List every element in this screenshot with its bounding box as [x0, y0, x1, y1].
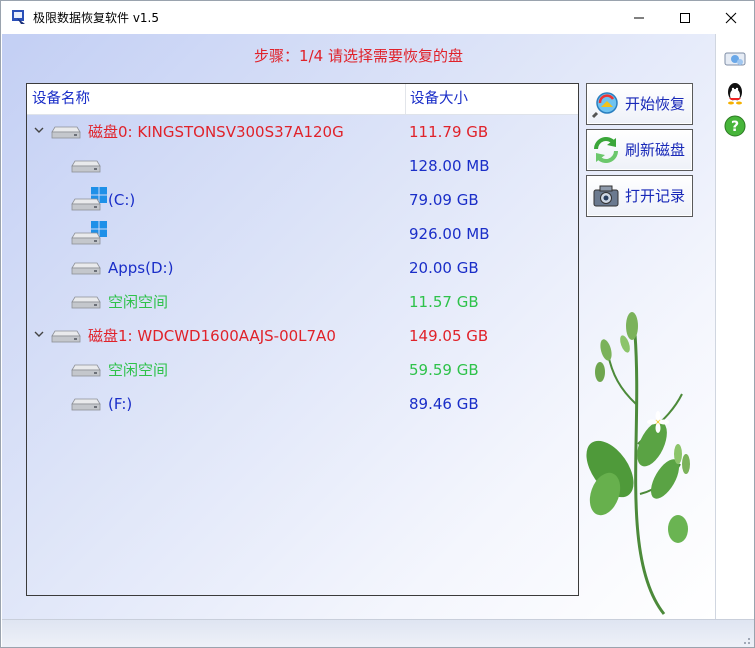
svg-text:?: ? — [731, 119, 739, 135]
hard-drive-icon — [71, 160, 101, 173]
minimize-button[interactable] — [616, 1, 662, 34]
step-label: 步骤：1/4 请选择需要恢复的盘 — [254, 47, 463, 65]
hard-drive-icon — [71, 296, 101, 309]
chevron-down-icon[interactable] — [33, 124, 45, 136]
hard-drive-icon — [71, 198, 101, 211]
hard-drive-icon — [51, 126, 81, 139]
partition-name: (C:) — [108, 191, 136, 209]
size-value: 59.59 GB — [409, 361, 479, 379]
partition-name: Apps(D:) — [108, 259, 174, 277]
hard-drive-icon — [71, 232, 101, 245]
hard-drive-icon — [71, 398, 101, 411]
partition-name: 空闲空间 — [108, 293, 169, 311]
help-icon[interactable]: ? — [723, 114, 747, 138]
tree-row[interactable]: 空闲空间 59.59 GB — [27, 353, 578, 387]
tree-row[interactable]: 磁盘0: KINGSTONSV300S37A120G 111.79 GB — [27, 115, 578, 149]
hard-drive-icon — [71, 364, 101, 377]
size-value: 11.57 GB — [409, 293, 479, 311]
status-bar — [2, 619, 754, 647]
column-divider[interactable] — [405, 84, 406, 114]
app-window: 极限数据恢复软件 v1.5 步骤：1/4 请选择需要恢复的盘 设备名称 设备大小… — [0, 0, 755, 648]
minimize-icon — [634, 17, 644, 18]
partition-name: (F:) — [108, 395, 133, 413]
disk-tree[interactable]: 设备名称 设备大小 磁盘0: KINGSTONSV300S37A120G 111.… — [26, 83, 579, 596]
tree-row[interactable]: 128.00 MB — [27, 149, 578, 183]
tree-header: 设备名称 设备大小 — [27, 84, 578, 115]
title-bar[interactable]: 极限数据恢复软件 v1.5 — [1, 1, 754, 34]
hard-drive-icon — [51, 330, 81, 343]
flower-decoration-icon — [586, 312, 690, 615]
main-panel: 步骤：1/4 请选择需要恢复的盘 设备名称 设备大小 磁盘0: KINGSTON… — [2, 34, 715, 619]
qq-penguin-icon[interactable] — [723, 81, 747, 105]
size-value: 89.46 GB — [409, 395, 479, 413]
size-value: 149.05 GB — [409, 327, 489, 345]
network-icon[interactable] — [723, 47, 747, 71]
open-log-button[interactable]: 打开记录 — [586, 175, 693, 217]
chevron-down-icon[interactable] — [33, 328, 45, 340]
column-header-size[interactable]: 设备大小 — [410, 84, 570, 114]
close-icon — [725, 12, 737, 23]
size-value: 79.09 GB — [409, 191, 479, 209]
window-title: 极限数据恢复软件 v1.5 — [33, 11, 160, 25]
disk-name: 磁盘0: KINGSTONSV300S37A120G — [88, 123, 344, 141]
search-recover-icon — [591, 92, 618, 119]
tree-row[interactable]: 空闲空间 11.57 GB — [27, 285, 578, 319]
size-value: 20.00 GB — [409, 259, 479, 277]
tree-row[interactable]: Apps(D:) 20.00 GB — [27, 251, 578, 285]
camera-log-icon — [593, 185, 619, 207]
tree-row[interactable]: 磁盘1: WDCWD1600AAJS-00L7A0 149.05 GB — [27, 319, 578, 353]
tree-row[interactable]: 926.00 MB — [27, 217, 578, 251]
refresh-icon — [594, 137, 618, 163]
partition-name: 空闲空间 — [108, 361, 169, 379]
column-header-name[interactable]: 设备名称 — [32, 84, 402, 114]
close-button[interactable] — [708, 1, 754, 34]
start-recovery-button[interactable]: 开始恢复 — [586, 83, 693, 125]
size-value: 926.00 MB — [409, 225, 490, 243]
tree-row[interactable]: (F:) 89.46 GB — [27, 387, 578, 421]
hard-drive-icon — [71, 262, 101, 275]
start-recovery-label: 开始恢复 — [625, 95, 686, 113]
side-toolbar: ? — [715, 34, 754, 619]
size-value: 111.79 GB — [409, 123, 489, 141]
app-icon — [12, 10, 25, 24]
maximize-icon — [680, 12, 690, 23]
refresh-disks-label: 刷新磁盘 — [625, 141, 686, 159]
open-log-label: 打开记录 — [625, 187, 686, 205]
resize-grip-icon[interactable] — [741, 635, 751, 645]
maximize-button[interactable] — [662, 1, 708, 34]
disk-name: 磁盘1: WDCWD1600AAJS-00L7A0 — [88, 327, 336, 345]
size-value: 128.00 MB — [409, 157, 490, 175]
tree-row[interactable]: (C:) 79.09 GB — [27, 183, 578, 217]
refresh-disks-button[interactable]: 刷新磁盘 — [586, 129, 693, 171]
